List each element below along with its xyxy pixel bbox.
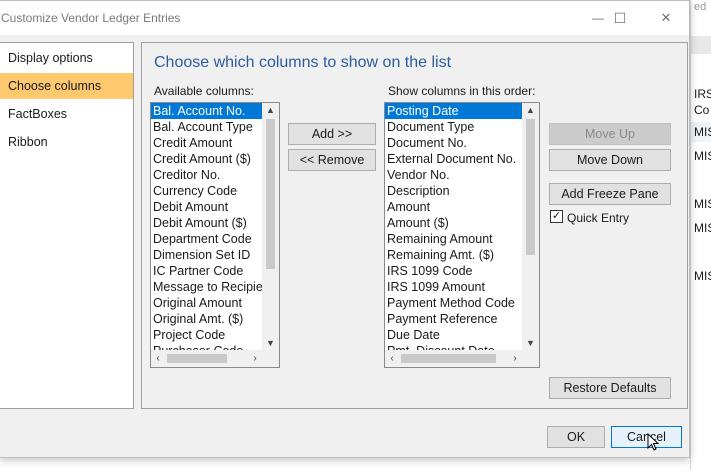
scroll-corner [522, 350, 539, 367]
restore-defaults-button[interactable]: Restore Defaults [549, 377, 671, 399]
nav-item-choose-columns[interactable]: Choose columns [0, 73, 133, 99]
settings-nav: Display options Choose columns FactBoxes… [0, 42, 134, 409]
mouse-pointer-icon [647, 433, 659, 451]
show-columns-label: Show columns in this order: [388, 84, 536, 98]
nav-item-factboxes[interactable]: FactBoxes [0, 101, 133, 127]
nav-item-ribbon[interactable]: Ribbon [0, 129, 133, 155]
list-item[interactable]: Vendor No. [385, 167, 522, 183]
window-title: Customize Vendor Ledger Entries [1, 11, 181, 25]
list-item[interactable]: Message to Recipient [151, 279, 262, 295]
scroll-thumb[interactable] [401, 354, 496, 363]
scroll-down-icon[interactable]: ▼ [262, 336, 279, 350]
background-row: MIS [694, 197, 711, 211]
scroll-up-icon[interactable]: ▲ [262, 103, 279, 117]
quick-entry-checkbox[interactable]: ✓ [550, 210, 563, 223]
available-horizontal-scrollbar[interactable]: ‹ › [151, 350, 262, 367]
scroll-left-icon[interactable]: ‹ [385, 350, 399, 367]
list-item[interactable]: Debit Amount [151, 199, 262, 215]
list-item[interactable]: Purchaser Code [151, 343, 262, 350]
remove-button[interactable]: << Remove [288, 149, 376, 171]
maximize-button[interactable]: ☐ [600, 5, 640, 31]
show-columns-items: Posting Date Document Type Document No. Ext… [385, 103, 522, 350]
scroll-right-icon[interactable]: › [508, 350, 522, 367]
maximize-icon: ☐ [613, 9, 627, 26]
list-item[interactable]: Description [385, 183, 522, 199]
background-row: MIS [694, 221, 711, 235]
available-vertical-scrollbar[interactable]: ▲ ▼ [262, 103, 279, 350]
list-item[interactable]: Bal. Account No. [151, 103, 262, 119]
background-row: Co [694, 103, 710, 117]
list-item[interactable]: Amount [385, 199, 522, 215]
quick-entry-label: Quick Entry [567, 211, 630, 225]
choose-columns-panel: Choose which columns to show on the list… [141, 42, 688, 409]
title-bar: Customize Vendor Ledger Entries — ☐ ✕ [0, 1, 689, 35]
available-columns-label: Available columns: [154, 84, 254, 98]
scroll-thumb[interactable] [526, 119, 535, 255]
customize-dialog: Customize Vendor Ledger Entries — ☐ ✕ Di… [0, 0, 690, 458]
list-item[interactable]: Original Amount [151, 295, 262, 311]
background-row: MIS [694, 149, 711, 163]
list-item[interactable]: Payment Method Code [385, 295, 522, 311]
move-up-button[interactable]: Move Up [549, 123, 671, 145]
list-item[interactable]: Remaining Amt. ($) [385, 247, 522, 263]
list-item[interactable]: IRS 1099 Code [385, 263, 522, 279]
scroll-right-icon[interactable]: › [248, 350, 262, 367]
list-item[interactable]: Credit Amount [151, 135, 262, 151]
list-item[interactable]: Payment Reference [385, 311, 522, 327]
show-horizontal-scrollbar[interactable]: ‹ › [385, 350, 522, 367]
background-app: ed IRS Co MIS MIS MIS MIS MIS [690, 0, 711, 470]
scroll-corner [262, 350, 279, 367]
scroll-thumb[interactable] [167, 354, 227, 363]
close-icon: ✕ [660, 10, 672, 25]
available-columns-list[interactable]: Bal. Account No. Bal. Account Type Credit … [150, 102, 280, 368]
show-vertical-scrollbar[interactable]: ▲ ▼ [522, 103, 539, 350]
list-item[interactable]: Project Code [151, 327, 262, 343]
background-row: MIS [694, 269, 711, 283]
background-header-text: ed [694, 1, 707, 13]
add-freeze-pane-button[interactable]: Add Freeze Pane [549, 183, 671, 205]
list-item[interactable]: IC Partner Code [151, 263, 262, 279]
available-columns-items: Bal. Account No. Bal. Account Type Credit … [151, 103, 262, 350]
scroll-up-icon[interactable]: ▲ [522, 103, 539, 117]
scroll-down-icon[interactable]: ▼ [522, 336, 539, 350]
list-item[interactable]: Dimension Set ID [151, 247, 262, 263]
scroll-left-icon[interactable]: ‹ [151, 350, 165, 367]
list-item[interactable]: Amount ($) [385, 215, 522, 231]
page-title: Choose which columns to show on the list [154, 54, 452, 71]
scroll-thumb[interactable] [266, 119, 275, 269]
list-item[interactable]: Creditor No. [151, 167, 262, 183]
show-columns-list[interactable]: Posting Date Document Type Document No. Ext… [384, 102, 540, 368]
move-down-button[interactable]: Move Down [549, 149, 671, 171]
list-item[interactable]: Document Type [385, 119, 522, 135]
list-item[interactable]: Currency Code [151, 183, 262, 199]
list-item[interactable]: Document No. [385, 135, 522, 151]
ok-button[interactable]: OK [547, 426, 605, 448]
list-item[interactable]: IRS 1099 Amount [385, 279, 522, 295]
background-row: MIS [691, 122, 711, 142]
list-item[interactable]: Posting Date [385, 103, 522, 119]
list-item[interactable]: Bal. Account Type [151, 119, 262, 135]
nav-item-display-options[interactable]: Display options [0, 45, 133, 71]
list-item[interactable]: Credit Amount ($) [151, 151, 262, 167]
add-button[interactable]: Add >> [288, 123, 376, 145]
check-icon: ✓ [551, 210, 562, 222]
list-item[interactable]: Department Code [151, 231, 262, 247]
list-item[interactable]: Debit Amount ($) [151, 215, 262, 231]
close-button[interactable]: ✕ [646, 5, 686, 31]
list-item[interactable]: Original Amt. ($) [151, 311, 262, 327]
background-header-bar [691, 36, 711, 54]
list-item[interactable]: Due Date [385, 327, 522, 343]
list-item[interactable]: External Document No. [385, 151, 522, 167]
list-item[interactable]: Pmt. Discount Date [385, 343, 522, 350]
list-item[interactable]: Remaining Amount [385, 231, 522, 247]
